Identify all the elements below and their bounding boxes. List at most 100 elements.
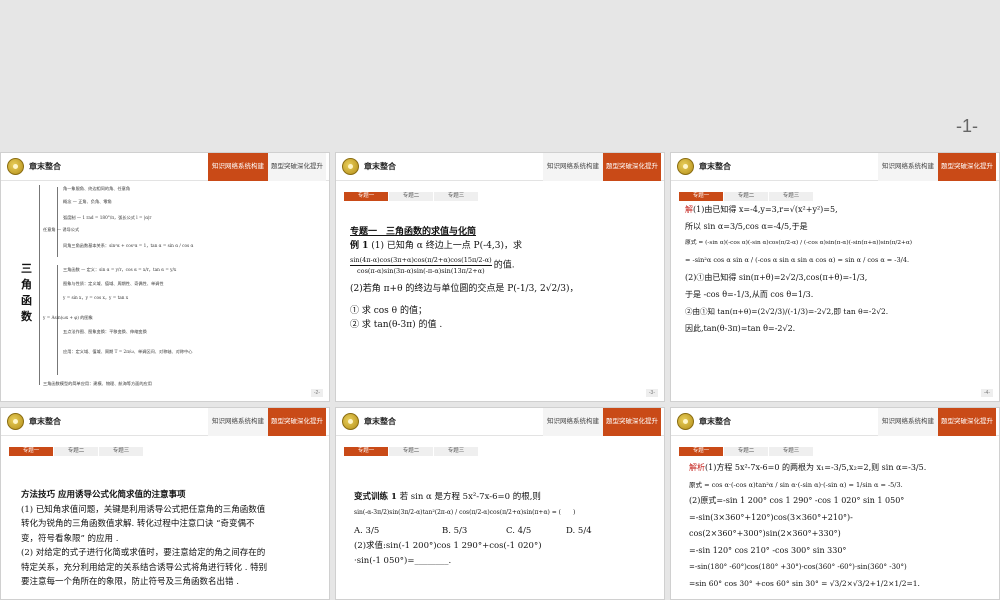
subtab-topic-3[interactable]: 专题三: [434, 192, 478, 201]
subtab-topic-3[interactable]: 专题三: [434, 447, 478, 456]
slide-thumbnail-4[interactable]: 章末整合 知识网络系统构建 题型突破深化提升 专题一 专题二 专题三 解(1)由已知…: [670, 152, 1000, 402]
exercise-part-2: (2)求值:sin(-1 200°)cos 1 290°+cos(-1 020°…: [354, 541, 542, 551]
subtab-topic-1[interactable]: 专题一: [679, 447, 723, 456]
subtab-topic-3[interactable]: 专题三: [99, 447, 143, 456]
slide-content: 变式训练 1 若 sin α 是方程 5x²-7x-6=0 的根,则 sin(-…: [354, 490, 654, 569]
slide-header: 章末整合 知识网络系统构建 题型突破深化提升: [1, 408, 329, 436]
mindmap-node: 角—象限角、终边相同的角、任意角: [63, 186, 131, 191]
tab-problem-breakthrough[interactable]: 题型突破深化提升: [268, 408, 326, 436]
option-d[interactable]: D. 5/4: [566, 526, 592, 536]
tab-knowledge-network[interactable]: 知识网络系统构建: [543, 408, 603, 436]
mindmap-node: 五点法作图、图象变换：平移变换、伸缩变换: [63, 329, 147, 334]
subtab-topic-1[interactable]: 专题一: [679, 192, 723, 201]
method-line: (1) 已知角求值问题，关键是利用诱导公式把任意角的三角函数值: [21, 504, 266, 515]
tab-knowledge-network[interactable]: 知识网络系统构建: [208, 408, 268, 436]
school-logo-icon: [342, 413, 359, 430]
subtab-topic-3[interactable]: 专题三: [769, 447, 813, 456]
example-sub-1: ① 求 cos θ 的值；: [350, 306, 427, 316]
analysis-line: =-sin 120° cos 210° -cos 300° sin 330°: [689, 545, 847, 555]
example-sub-2: ② 求 tan(θ-3π) 的值 .: [350, 320, 443, 330]
subtab-topic-2[interactable]: 专题二: [724, 447, 768, 456]
tab-knowledge-network[interactable]: 知识网络系统构建: [878, 153, 938, 181]
slide-thumbnail-6[interactable]: 章末整合 知识网络系统构建 题型突破深化提升 专题一 专题二 专题三 变式训练 1 …: [335, 407, 665, 600]
tab-knowledge-network[interactable]: 知识网络系统构建: [208, 153, 268, 181]
school-logo-icon: [342, 158, 359, 175]
analysis-line: (2)原式=-sin 1 200° cos 1 290° -cos 1 020°…: [689, 496, 905, 505]
method-line: 特定关系，充分利用给定的关系结合诱导公式将角进行转化 . 特别: [21, 562, 268, 573]
analysis-line: =sin 60° cos 30° +cos 60° sin 30° = √3/2…: [689, 578, 920, 588]
subtab-row: 专题一 专题二 专题三: [679, 437, 814, 456]
mindmap-node: 概念 — 正角、负角、零角: [63, 199, 112, 204]
slide-number: -4-: [980, 389, 993, 397]
analysis-line: =-sin(3×360°+120°)cos(3×360°+210°)-: [689, 512, 853, 522]
option-b[interactable]: B. 5/3: [442, 524, 506, 539]
exercise-heading: 变式训练 1 若 sin α 是方程 5x²-7x-6=0 的根,则: [354, 492, 541, 502]
tab-problem-breakthrough[interactable]: 题型突破深化提升: [603, 153, 661, 181]
mindmap-bracket: [57, 187, 58, 257]
slide-content: 专题一 三角函数的求值与化简 例 1 (1) 已知角 α 终边上一点 P(-4,…: [350, 225, 654, 332]
solution-line: 原式 = (-sin α)(-cos α)(-sin α)cos(π/2-α) …: [685, 240, 913, 246]
chapter-title: 章末整合: [699, 417, 731, 426]
example-formula: sin(4π-α)cos(3π+α)cos(π/2+α)cos(15π/2-α)…: [350, 256, 515, 275]
slide-header: 章末整合 知识网络系统构建 题型突破深化提升: [1, 153, 329, 181]
subtab-topic-3[interactable]: 专题三: [769, 192, 813, 201]
subtab-row: 专题一 专题二 专题三: [9, 437, 144, 456]
tab-knowledge-network[interactable]: 知识网络系统构建: [543, 153, 603, 181]
tab-problem-breakthrough[interactable]: 题型突破深化提升: [938, 153, 996, 181]
mindmap-node: 三角函数 — 定义：sin α = y/r，cos α = x/r，tan α …: [63, 267, 177, 272]
slide-number: -2-: [310, 389, 323, 397]
subtab-topic-2[interactable]: 专题二: [54, 447, 98, 456]
subtab-topic-1[interactable]: 专题一: [344, 447, 388, 456]
slide-thumbnail-5[interactable]: 章末整合 知识网络系统构建 题型突破深化提升 专题一 专题二 专题三 方法技巧 应用…: [0, 407, 330, 600]
method-heading: 方法技巧 应用诱导公式化简求值的注意事项: [21, 490, 186, 500]
subtab-topic-2[interactable]: 专题二: [724, 192, 768, 201]
exercise-part-2b: ·sin(-1 050°)=________.: [354, 556, 452, 566]
example-intro: 例 1 (1) 已知角 α 终边上一点 P(-4,3)，求: [350, 241, 522, 251]
method-line: (2) 对给定的式子进行化简或求值时，要注意给定的角之间存在的: [21, 548, 266, 558]
subtab-topic-2[interactable]: 专题二: [389, 447, 433, 456]
mindmap-bracket: [39, 185, 40, 385]
tab-problem-breakthrough[interactable]: 题型突破深化提升: [938, 408, 996, 436]
example-part-2: (2)若角 π+θ 的终边与单位圆的交点是 P(-1/3, 2√2/3)，: [350, 284, 579, 294]
method-line: 变，符号看象限” 的应用 .: [21, 533, 119, 544]
school-logo-icon: [7, 158, 24, 175]
slide-thumbnail-7[interactable]: 章末整合 知识网络系统构建 题型突破深化提升 专题一 专题二 专题三 解析(1)方程…: [670, 407, 1000, 600]
slide-header: 章末整合 知识网络系统构建 题型突破深化提升: [671, 153, 999, 181]
mindmap-node: 同角三角函数基本关系：sin²α + cos²α = 1，tan α = sin…: [63, 243, 194, 248]
mindmap-node: 三角函数模型的简单应用：建模、物理、航海等方面的应用: [43, 381, 152, 386]
mindmap-node: 弧度制 — 1 rad = 180°/π，弧长公式 l = |α|r: [63, 215, 152, 220]
tab-knowledge-network[interactable]: 知识网络系统构建: [878, 408, 938, 436]
tab-problem-breakthrough[interactable]: 题型突破深化提升: [603, 408, 661, 436]
slide-header: 章末整合 知识网络系统构建 题型突破深化提升: [336, 153, 664, 181]
exercise-formula: sin(-α-3π/2)sin(3π/2-α)tan²(2π-α) / cos(…: [354, 509, 576, 516]
solution-line: 于是 -cos θ=-1/3,从而 cos θ=1/3.: [685, 290, 814, 299]
method-line: 转化为锐角的三角函数值求解. 转化过程中注意口诀 “奇变偶不: [21, 519, 255, 529]
chapter-title: 章末整合: [364, 417, 396, 426]
chapter-title: 章末整合: [29, 162, 61, 171]
school-logo-icon: [677, 158, 694, 175]
subtab-row: 专题一 专题二 专题三: [344, 437, 479, 456]
slide-header: 章末整合 知识网络系统构建 题型突破深化提升: [671, 408, 999, 436]
exercise-options: A. 3/5 B. 5/3 C. 4/5 D. 5/4: [354, 524, 654, 539]
option-a[interactable]: A. 3/5: [354, 524, 442, 539]
slide-header: 章末整合 知识网络系统构建 题型突破深化提升: [336, 408, 664, 436]
tab-problem-breakthrough[interactable]: 题型突破深化提升: [268, 153, 326, 181]
solution-line: = -sin²α cos α sin α / (-cos α sin α sin…: [685, 256, 910, 264]
section-heading: 专题一 三角函数的求值与化简: [350, 227, 477, 237]
subtab-topic-2[interactable]: 专题二: [389, 192, 433, 201]
subtab-topic-1[interactable]: 专题一: [9, 447, 53, 456]
slide-thumbnail-2[interactable]: 章末整合 知识网络系统构建 题型突破深化提升 三 角 函 数 角—象限角、终边相…: [0, 152, 330, 402]
analysis-line: =-sin(180° -60°)cos(180° +30°)-cos(360° …: [689, 563, 907, 571]
analysis-line: 解析(1)方程 5x²-7x-6=0 的两根为 x₁=-3/5,x₂=2,则 s…: [689, 463, 927, 472]
analysis-line: 原式 = cos α·(-cos α)tan²α / sin α·(-sin α…: [689, 480, 903, 489]
slide-content: 解(1)由已知得 x=-4,y=3,r=√(x²+y²)=5, 所以 sin α…: [685, 201, 989, 337]
option-c[interactable]: C. 4/5: [506, 524, 566, 539]
school-logo-icon: [7, 413, 24, 430]
blank-top-area: -1-: [0, 0, 1000, 148]
solution-line: (2)①由已知得 sin(π+θ)=2√2/3,cos(π+θ)=-1/3,: [685, 273, 868, 282]
mindmap-node: y = sin x，y = cos x，y = tan x: [63, 295, 129, 300]
slide-thumbnail-3[interactable]: 章末整合 知识网络系统构建 题型突破深化提升 专题一 专题二 专题三 专题一 三角函…: [335, 152, 665, 402]
analysis-line: cos(2×360°+300°)sin(2×360°+330°): [689, 529, 841, 538]
subtab-topic-1[interactable]: 专题一: [344, 192, 388, 201]
solution-line: ②由①知 tan(π+θ)=(2√2/3)/(-1/3)=-2√2,即 tan …: [685, 307, 889, 316]
